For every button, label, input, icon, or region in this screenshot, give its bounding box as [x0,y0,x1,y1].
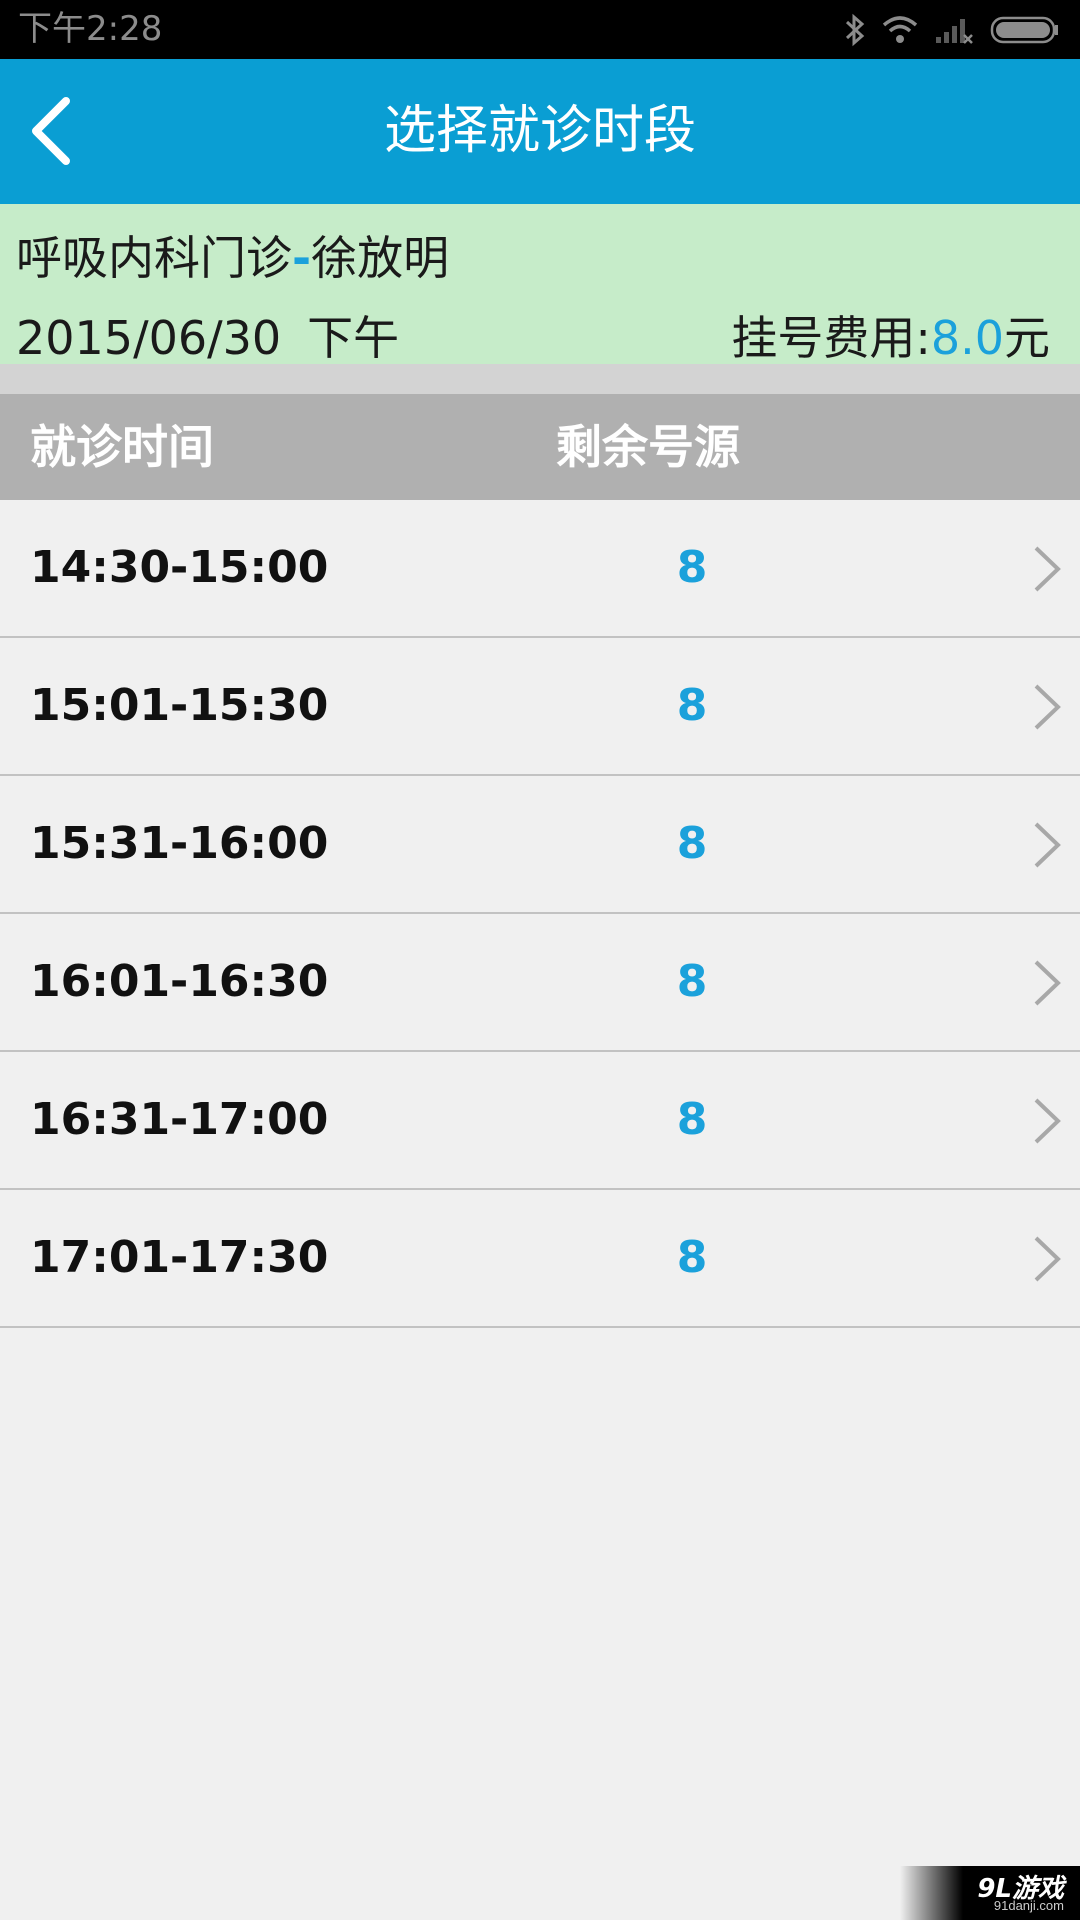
slot-remaining-count: 8 [676,1232,708,1283]
chevron-right-icon [1034,1236,1061,1282]
slot-remaining-count: 8 [676,680,708,731]
fee-label: 挂号费用: [731,311,931,365]
bluetooth-icon [844,13,866,47]
appointment-info-panel: 呼吸内科门诊-徐放明 2015/06/30 下午 挂号费用:8.0元 [0,204,1080,365]
title-bar: 选择就诊时段 [0,59,1080,204]
chevron-right-icon [1034,546,1061,592]
fee-unit: 元 [1004,311,1050,365]
status-icons [844,10,1060,50]
time-slot-list: 14:30-15:00 8 15:01-15:30 8 15:31-16:00 … [0,500,1080,1328]
column-header-time: 就诊时间 [30,420,214,474]
chevron-right-icon [1034,1098,1061,1144]
table-header: 就诊时间 剩余号源 [0,394,1080,500]
slot-time: 16:01-16:30 [30,956,329,1007]
time-slot-row[interactable]: 16:31-17:00 8 [0,1052,1080,1190]
back-button[interactable] [22,91,102,171]
appointment-date: 2015/06/30 [16,311,282,365]
slot-remaining-count: 8 [676,956,708,1007]
slot-time: 16:31-17:00 [30,1094,329,1145]
chevron-left-icon [32,97,70,165]
time-slot-row[interactable]: 15:31-16:00 8 [0,776,1080,914]
wifi-icon [882,15,918,45]
department-name: 呼吸内科门诊 [16,231,292,285]
chevron-right-icon [1034,822,1061,868]
signal-icon [934,15,974,45]
slot-remaining-count: 8 [676,818,708,869]
appointment-period: 下午 [307,311,400,365]
time-slot-row[interactable]: 17:01-17:30 8 [0,1190,1080,1328]
slot-remaining-count: 8 [676,542,708,593]
chevron-right-icon [1034,684,1061,730]
doctor-name: 徐放明 [311,231,450,285]
status-time: 下午2:28 [18,9,163,49]
fee-value: 8.0 [930,311,1004,365]
watermark: 9L游戏 91danji.com [900,1866,1080,1920]
time-slot-row[interactable]: 14:30-15:00 8 [0,500,1080,638]
time-slot-row[interactable]: 15:01-15:30 8 [0,638,1080,776]
department-separator: - [292,231,312,285]
page-title: 选择就诊时段 [383,101,696,161]
registration-fee: 挂号费用:8.0元 [731,308,1050,368]
battery-icon [990,15,1060,45]
chevron-right-icon [1034,960,1061,1006]
watermark-domain: 91danji.com [993,1898,1064,1913]
slot-time: 14:30-15:00 [30,542,329,593]
slot-time: 15:31-16:00 [30,818,329,869]
status-bar: 下午2:28 [0,0,1080,59]
section-divider [0,364,1080,394]
slot-time: 15:01-15:30 [30,680,329,731]
slot-remaining-count: 8 [676,1094,708,1145]
time-slot-row[interactable]: 16:01-16:30 8 [0,914,1080,1052]
department-doctor-line: 呼吸内科门诊-徐放明 [16,228,449,288]
slot-time: 17:01-17:30 [30,1232,329,1283]
date-line: 2015/06/30 下午 [16,308,399,368]
column-header-remaining: 剩余号源 [556,420,740,474]
